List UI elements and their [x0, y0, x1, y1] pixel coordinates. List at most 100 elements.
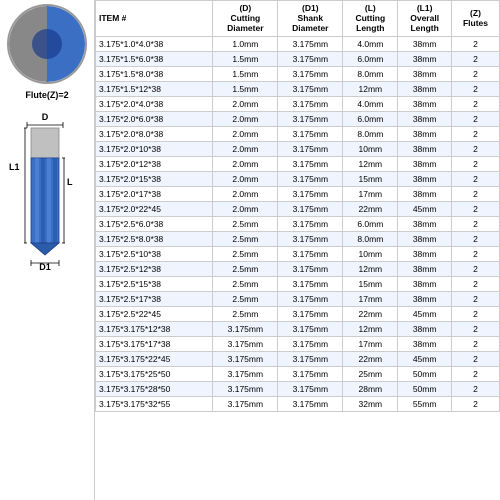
cell-D1: 3.175mm: [278, 66, 343, 81]
table-row: 3.175*3.175*17*383.175mm3.175mm17mm38mm2: [96, 336, 500, 351]
tool-icon: [7, 4, 87, 84]
cell-item: 3.175*2.0*4.0*38: [96, 96, 213, 111]
cell-D1: 3.175mm: [278, 231, 343, 246]
cell-L: 6.0mm: [343, 111, 398, 126]
cell-D: 2.5mm: [213, 261, 278, 276]
cell-D1: 3.175mm: [278, 111, 343, 126]
table-row: 3.175*2.0*10*382.0mm3.175mm10mm38mm2: [96, 141, 500, 156]
cell-L1: 38mm: [398, 321, 452, 336]
cell-Z: 2: [451, 366, 499, 381]
cell-D: 3.175mm: [213, 396, 278, 411]
cell-Z: 2: [451, 66, 499, 81]
cell-D: 2.0mm: [213, 141, 278, 156]
cell-L: 22mm: [343, 201, 398, 216]
header-Z: (Z)Flutes: [451, 1, 499, 37]
icon-overlay: [32, 29, 62, 59]
cell-D1: 3.175mm: [278, 171, 343, 186]
table-row: 3.175*2.5*22*452.5mm3.175mm22mm45mm2: [96, 306, 500, 321]
cell-L: 12mm: [343, 261, 398, 276]
table-row: 3.175*1.5*12*381.5mm3.175mm12mm38mm2: [96, 81, 500, 96]
cell-L: 6.0mm: [343, 51, 398, 66]
header-L1: (L1)OverallLength: [398, 1, 452, 37]
cell-L1: 38mm: [398, 336, 452, 351]
cell-item: 3.175*3.175*17*38: [96, 336, 213, 351]
cell-D1: 3.175mm: [278, 321, 343, 336]
flute-label: Flute(Z)=2: [25, 90, 68, 100]
table-row: 3.175*2.5*6.0*382.5mm3.175mm6.0mm38mm2: [96, 216, 500, 231]
cell-L1: 38mm: [398, 216, 452, 231]
tool-svg: D L L1: [7, 110, 87, 330]
cell-D1: 3.175mm: [278, 36, 343, 51]
table-row: 3.175*2.5*12*382.5mm3.175mm12mm38mm2: [96, 261, 500, 276]
cell-item: 3.175*2.0*10*38: [96, 141, 213, 156]
cell-item: 3.175*2.5*22*45: [96, 306, 213, 321]
cell-D1: 3.175mm: [278, 96, 343, 111]
header-D1: (D1)ShankDiameter: [278, 1, 343, 37]
cell-L1: 50mm: [398, 366, 452, 381]
cell-item: 3.175*3.175*32*55: [96, 396, 213, 411]
cell-L1: 38mm: [398, 126, 452, 141]
cell-Z: 2: [451, 216, 499, 231]
table-row: 3.175*2.0*17*382.0mm3.175mm17mm38mm2: [96, 186, 500, 201]
table-row: 3.175*2.0*8.0*382.0mm3.175mm8.0mm38mm2: [96, 126, 500, 141]
table-header-row: ITEM # (D)CuttingDiameter (D1)ShankDiame…: [96, 1, 500, 37]
right-panel[interactable]: ITEM # (D)CuttingDiameter (D1)ShankDiame…: [95, 0, 500, 500]
cell-item: 3.175*3.175*25*50: [96, 366, 213, 381]
tool-diagram: D L L1: [7, 110, 87, 330]
cell-item: 3.175*2.5*10*38: [96, 246, 213, 261]
cell-L1: 45mm: [398, 306, 452, 321]
cell-item: 3.175*3.175*28*50: [96, 381, 213, 396]
cell-L1: 38mm: [398, 156, 452, 171]
cell-D1: 3.175mm: [278, 291, 343, 306]
cell-Z: 2: [451, 306, 499, 321]
cell-item: 3.175*2.0*6.0*38: [96, 111, 213, 126]
cell-L1: 50mm: [398, 381, 452, 396]
cell-D1: 3.175mm: [278, 81, 343, 96]
cell-item: 3.175*1.5*6.0*38: [96, 51, 213, 66]
cell-L: 6.0mm: [343, 216, 398, 231]
cell-Z: 2: [451, 396, 499, 411]
cell-Z: 2: [451, 276, 499, 291]
table-row: 3.175*2.5*17*382.5mm3.175mm17mm38mm2: [96, 291, 500, 306]
cell-L1: 38mm: [398, 291, 452, 306]
cell-L: 8.0mm: [343, 126, 398, 141]
cell-L: 12mm: [343, 81, 398, 96]
cell-D: 1.5mm: [213, 51, 278, 66]
cell-item: 3.175*2.5*8.0*38: [96, 231, 213, 246]
cell-D: 1.5mm: [213, 66, 278, 81]
cell-L: 28mm: [343, 381, 398, 396]
cell-D1: 3.175mm: [278, 351, 343, 366]
cell-Z: 2: [451, 126, 499, 141]
cell-D: 1.0mm: [213, 36, 278, 51]
cell-D1: 3.175mm: [278, 216, 343, 231]
cell-item: 3.175*2.0*17*38: [96, 186, 213, 201]
cell-item: 3.175*1.5*12*38: [96, 81, 213, 96]
table-row: 3.175*2.0*6.0*382.0mm3.175mm6.0mm38mm2: [96, 111, 500, 126]
table-row: 3.175*2.0*22*452.0mm3.175mm22mm45mm2: [96, 201, 500, 216]
cell-D: 3.175mm: [213, 321, 278, 336]
cell-D: 3.175mm: [213, 381, 278, 396]
cell-Z: 2: [451, 261, 499, 276]
cell-D: 2.5mm: [213, 231, 278, 246]
main-container: Flute(Z)=2 D L: [0, 0, 500, 500]
cell-L1: 38mm: [398, 111, 452, 126]
cell-D: 2.0mm: [213, 111, 278, 126]
cell-item: 3.175*2.5*6.0*38: [96, 216, 213, 231]
cell-D1: 3.175mm: [278, 246, 343, 261]
cell-L1: 38mm: [398, 141, 452, 156]
cell-Z: 2: [451, 81, 499, 96]
cell-L: 15mm: [343, 171, 398, 186]
cell-D1: 3.175mm: [278, 156, 343, 171]
specs-table: ITEM # (D)CuttingDiameter (D1)ShankDiame…: [95, 0, 500, 412]
cell-D: 2.0mm: [213, 186, 278, 201]
cell-L: 4.0mm: [343, 36, 398, 51]
table-row: 3.175*3.175*12*383.175mm3.175mm12mm38mm2: [96, 321, 500, 336]
cell-L: 22mm: [343, 306, 398, 321]
cell-L1: 38mm: [398, 246, 452, 261]
cell-item: 3.175*2.0*12*38: [96, 156, 213, 171]
cell-Z: 2: [451, 291, 499, 306]
table-row: 3.175*2.0*4.0*382.0mm3.175mm4.0mm38mm2: [96, 96, 500, 111]
table-row: 3.175*2.5*8.0*382.5mm3.175mm8.0mm38mm2: [96, 231, 500, 246]
header-item: ITEM #: [96, 1, 213, 37]
cell-D: 3.175mm: [213, 336, 278, 351]
